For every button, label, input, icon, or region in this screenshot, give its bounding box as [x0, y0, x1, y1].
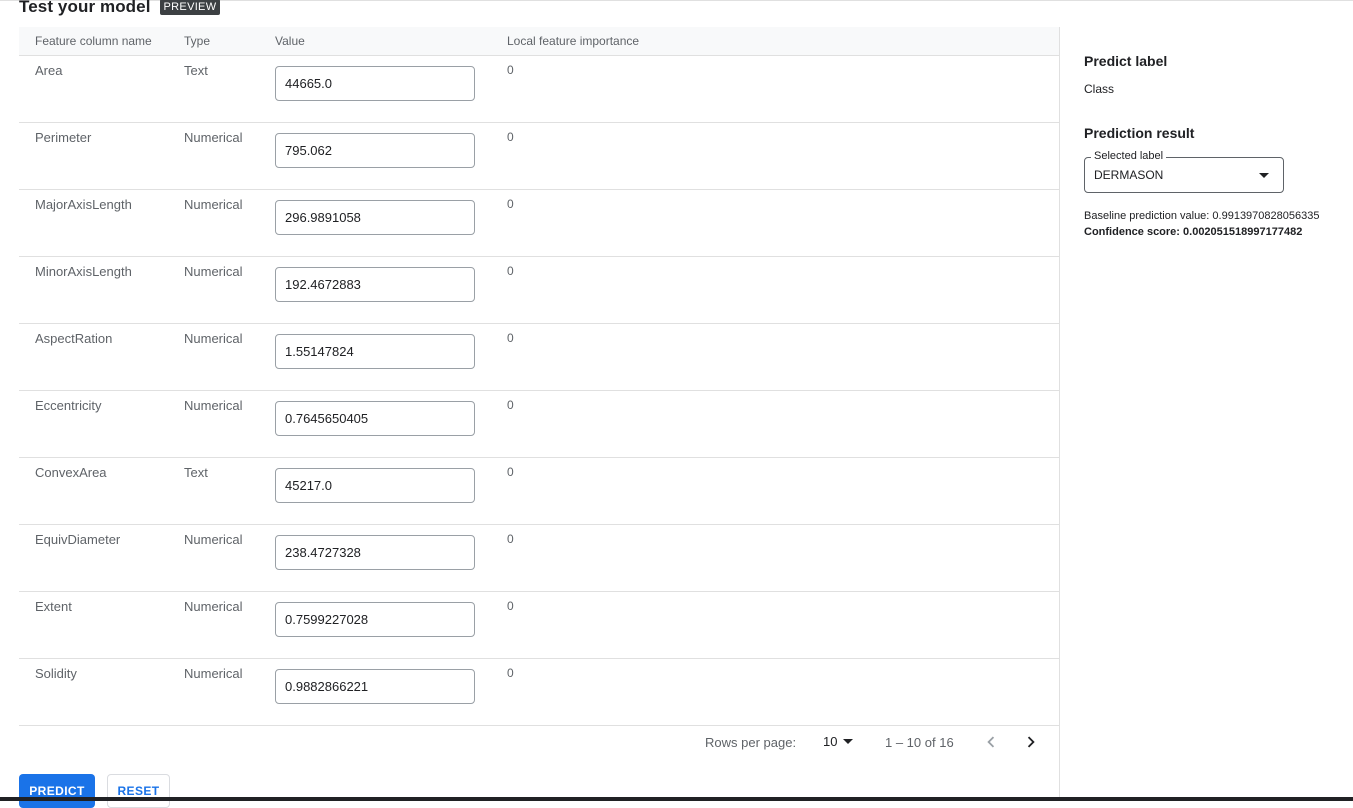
table-row: Eccentricity Numerical 0: [19, 391, 1059, 458]
feature-importance: 0: [507, 197, 514, 211]
table-row: MinorAxisLength Numerical 0: [19, 257, 1059, 324]
feature-name: MinorAxisLength: [35, 264, 132, 279]
feature-name: ConvexArea: [35, 465, 107, 480]
page-title: Test your model: [19, 0, 151, 16]
value-input-extent[interactable]: [275, 602, 475, 637]
feature-importance: 0: [507, 599, 514, 613]
column-header-importance: Local feature importance: [507, 34, 640, 48]
feature-type: Numerical: [184, 599, 243, 614]
predict-button[interactable]: PREDICT: [19, 774, 95, 808]
feature-importance: 0: [507, 465, 514, 479]
rows-per-page-select[interactable]: 10: [823, 734, 854, 749]
feature-name: AspectRation: [35, 331, 113, 346]
table-row: Area Text 0: [19, 56, 1059, 123]
value-input-aspect-ration[interactable]: [275, 334, 475, 369]
rows-per-page-value: 10: [823, 734, 838, 749]
feature-type: Numerical: [184, 532, 243, 547]
chevron-left-icon[interactable]: [980, 731, 1002, 753]
selected-label-value: DERMASON: [1094, 168, 1164, 182]
feature-name: Area: [35, 63, 63, 78]
feature-name: Solidity: [35, 666, 77, 681]
table-row: AspectRation Numerical 0: [19, 324, 1059, 391]
feature-type: Numerical: [184, 331, 243, 346]
feature-type: Text: [184, 465, 208, 480]
value-input-convex-area[interactable]: [275, 468, 475, 503]
feature-type: Numerical: [184, 197, 243, 212]
caret-down-icon: [843, 739, 854, 744]
table-row: Extent Numerical 0: [19, 592, 1059, 659]
feature-importance: 0: [507, 331, 514, 345]
feature-type: Text: [184, 63, 208, 78]
panel-divider: [1059, 27, 1060, 801]
column-header-type: Type: [184, 34, 211, 48]
feature-name: MajorAxisLength: [35, 197, 132, 212]
page-range: 1 – 10 of 16: [885, 735, 954, 750]
feature-importance: 0: [507, 398, 514, 412]
feature-importance: 0: [507, 63, 514, 77]
chevron-right-icon[interactable]: [1020, 731, 1042, 753]
value-input-perimeter[interactable]: [275, 133, 475, 168]
feature-type: Numerical: [184, 666, 243, 681]
value-input-area[interactable]: [275, 66, 475, 101]
feature-type: Numerical: [184, 130, 243, 145]
value-input-minor-axis-length[interactable]: [275, 267, 475, 302]
table-row: EquivDiameter Numerical 0: [19, 525, 1059, 592]
feature-importance: 0: [507, 666, 514, 680]
column-header-value: Value: [275, 34, 305, 48]
predict-label-value: Class: [1084, 82, 1115, 96]
value-input-eccentricity[interactable]: [275, 401, 475, 436]
feature-importance: 0: [507, 130, 514, 144]
value-input-equiv-diameter[interactable]: [275, 535, 475, 570]
baseline-prediction-value: Baseline prediction value: 0.99139708280…: [1084, 210, 1320, 222]
caret-down-icon: [1259, 173, 1269, 178]
table-row: Perimeter Numerical 0: [19, 123, 1059, 190]
table-row: ConvexArea Text 0: [19, 458, 1059, 525]
rows-per-page-label: Rows per page:: [705, 735, 797, 750]
confidence-score: Confidence score: 0.002051518997177482: [1084, 226, 1303, 238]
preview-badge: PREVIEW: [159, 0, 221, 15]
bottom-edge: [0, 797, 1353, 801]
table-header: Feature column name Type Value Local fea…: [19, 27, 1059, 56]
feature-type: Numerical: [184, 398, 243, 413]
feature-importance: 0: [507, 532, 514, 546]
feature-name: Extent: [35, 599, 72, 614]
selected-label-select[interactable]: Selected label DERMASON: [1084, 150, 1284, 193]
table-row: MajorAxisLength Numerical 0: [19, 190, 1059, 257]
reset-button[interactable]: RESET: [107, 774, 170, 808]
feature-name: Eccentricity: [35, 398, 102, 413]
feature-name: Perimeter: [35, 130, 92, 145]
prediction-result-heading: Prediction result: [1084, 125, 1195, 141]
feature-name: EquivDiameter: [35, 532, 121, 547]
feature-table: Feature column name Type Value Local fea…: [19, 27, 1059, 726]
predict-label-heading: Predict label: [1084, 53, 1168, 69]
value-input-solidity[interactable]: [275, 669, 475, 704]
value-input-major-axis-length[interactable]: [275, 200, 475, 235]
feature-type: Numerical: [184, 264, 243, 279]
pagination: Rows per page: 10 1 – 10 of 16: [19, 726, 1059, 758]
selected-label-legend: Selected label: [1091, 150, 1167, 162]
header: Test your model PREVIEW: [19, 0, 221, 17]
table-row: Solidity Numerical 0: [19, 659, 1059, 726]
feature-importance: 0: [507, 264, 514, 278]
column-header-feature-name: Feature column name: [35, 34, 152, 48]
